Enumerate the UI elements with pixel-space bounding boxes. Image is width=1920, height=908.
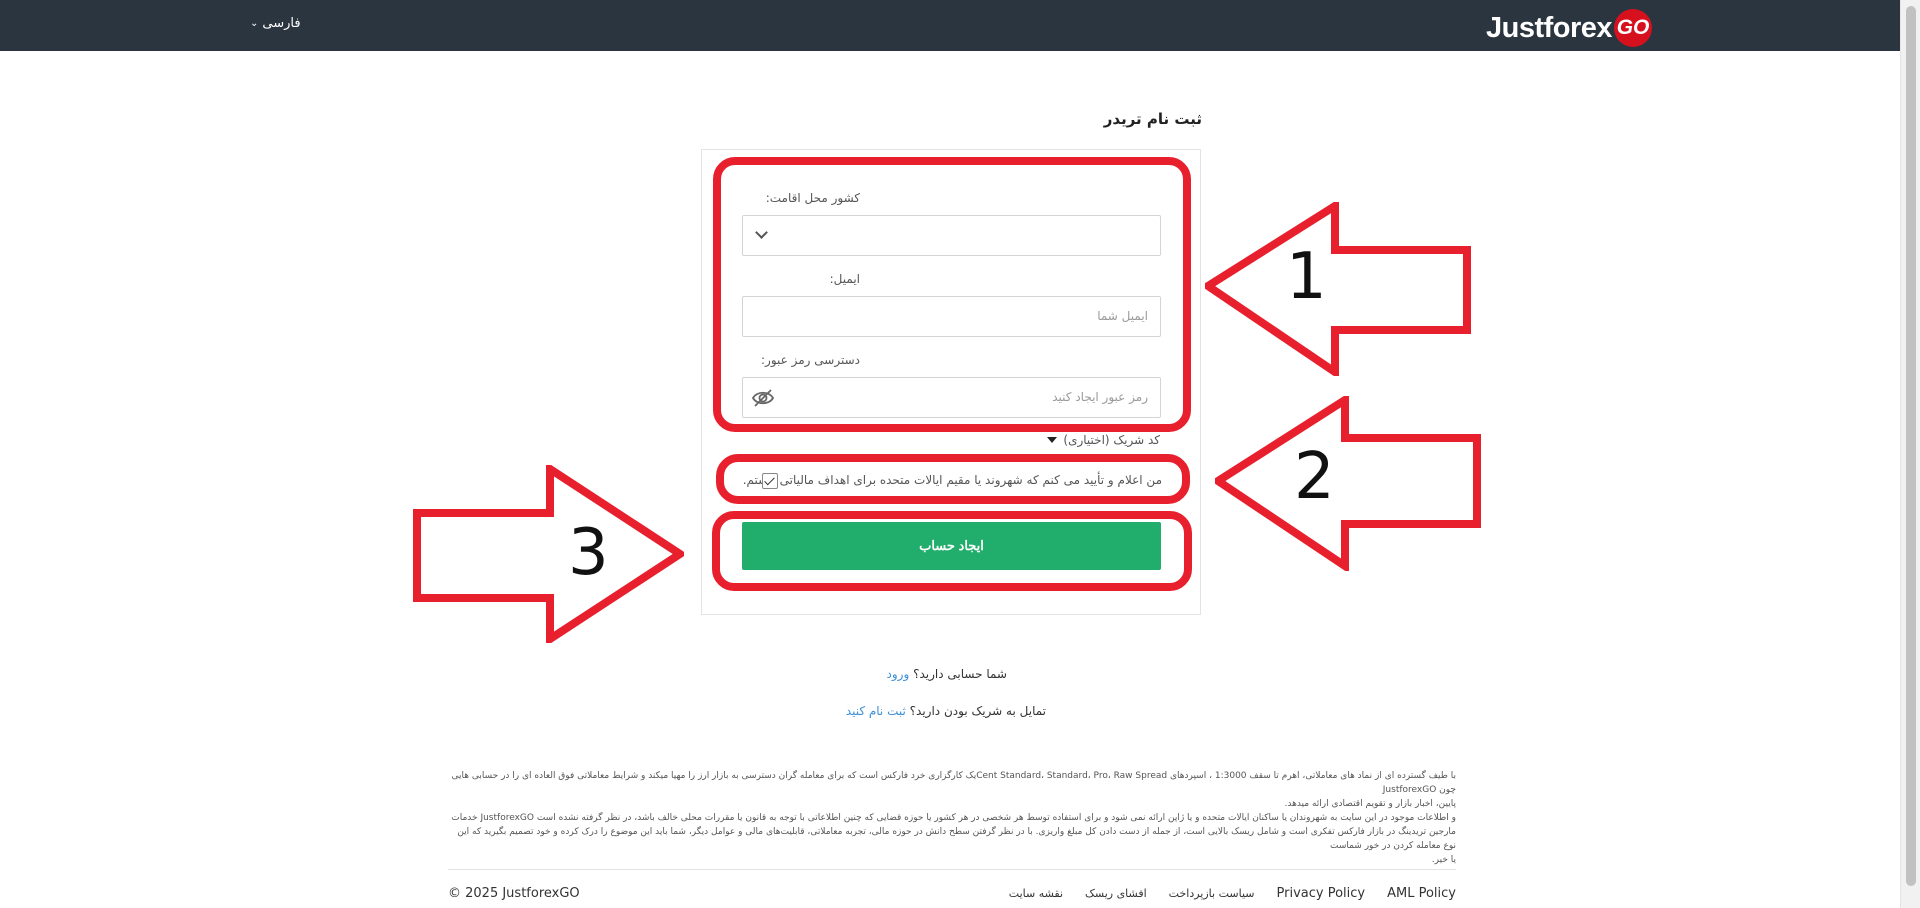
partner-code-toggle[interactable]: کد شریک (اختیاری) [1047, 433, 1160, 447]
risk-disclosure-link[interactable]: افشای ریسک [1085, 887, 1147, 900]
disclaimer-paragraph-1: با طیف گسترده ای از نماد های معاملاتی، ا… [448, 769, 1456, 811]
disclaimer-line: یا خیر. [1431, 855, 1456, 865]
login-prompt: شما حسابی دارید؟ ورود [887, 667, 1007, 681]
chevron-down-icon: ⌄ [250, 18, 259, 29]
logo-text: Justforex [1486, 11, 1613, 44]
chevron-down-icon [755, 226, 768, 239]
footer-links: AML Policy Privacy Policy سیاست بازپرداخ… [1009, 886, 1456, 901]
have-account-text: شما حسابی دارید؟ [913, 667, 1007, 681]
annotation-arrow-1 [1205, 202, 1471, 376]
refund-policy-link[interactable]: سیاست بازپرداخت [1169, 887, 1255, 900]
country-label: کشور محل اقامت: [765, 191, 860, 205]
password-placeholder: رمز عبور ایجاد کنید [1052, 390, 1148, 404]
country-select[interactable] [742, 215, 1161, 256]
password-field[interactable]: رمز عبور ایجاد کنید [742, 377, 1161, 418]
eye-off-icon[interactable] [751, 387, 775, 409]
caret-down-icon [1047, 437, 1058, 443]
copyright-text: © 2025 JustforexGO [448, 886, 580, 901]
us-declaration-checkbox[interactable] [762, 473, 778, 489]
partner-code-label: کد شریک (اختیاری) [1063, 433, 1160, 447]
disclaimer-line: مارجین تریدینگ در بازار فارکس تفکری است … [457, 827, 1456, 851]
page-title: ثبت نام تریدر [1103, 110, 1202, 128]
annotation-label-3: 3 [568, 516, 609, 590]
logo-badge: GO [1614, 9, 1653, 47]
email-label: ایمیل: [829, 272, 860, 286]
top-navbar: ⌄ فارسی Justforex GO [0, 0, 1900, 51]
disclaimer-line: و اطلاعات موجود در این سایت به شهروندان … [451, 813, 1456, 823]
language-selector[interactable]: ⌄ فارسی [250, 16, 301, 31]
aml-policy-link[interactable]: AML Policy [1387, 886, 1456, 901]
annotation-label-2: 2 [1294, 440, 1335, 514]
scrollbar-thumb[interactable] [1906, 6, 1916, 886]
login-link[interactable]: ورود [887, 667, 910, 681]
email-placeholder: ایمیل شما [1097, 309, 1148, 323]
us-declaration-text: من اعلام و تأیید می کنم که شهروند یا مقی… [742, 473, 1162, 487]
vertical-scrollbar[interactable] [1900, 0, 1920, 908]
partner-signup-link[interactable]: ثبت نام کنید [846, 704, 906, 718]
annotation-arrow-3 [413, 465, 684, 643]
annotation-label-1: 1 [1286, 240, 1327, 314]
partner-question-text: تمایل به شریک بودن دارید؟ [909, 704, 1046, 718]
email-field[interactable]: ایمیل شما [742, 296, 1161, 337]
partner-prompt: تمایل به شریک بودن دارید؟ ثبت نام کنید [846, 704, 1046, 718]
disclaimer-line: پایین، اخبار بازار و تقویم اقتصادی ارائه… [1284, 799, 1457, 809]
language-label: فارسی [262, 16, 301, 31]
disclaimer-paragraph-2: و اطلاعات موجود در این سایت به شهروندان … [448, 811, 1456, 867]
privacy-policy-link[interactable]: Privacy Policy [1277, 886, 1366, 901]
brand-logo[interactable]: Justforex GO [1486, 9, 1653, 47]
create-account-button[interactable]: ایجاد حساب [742, 522, 1161, 570]
sitemap-link[interactable]: نقشه سایت [1009, 887, 1063, 900]
disclaimer-line: با طیف گسترده ای از نماد های معاملاتی، ا… [451, 771, 1456, 795]
password-label: دسترسی رمز عبور: [761, 353, 860, 367]
annotation-arrow-2 [1215, 396, 1481, 571]
footer-divider [448, 869, 1456, 870]
